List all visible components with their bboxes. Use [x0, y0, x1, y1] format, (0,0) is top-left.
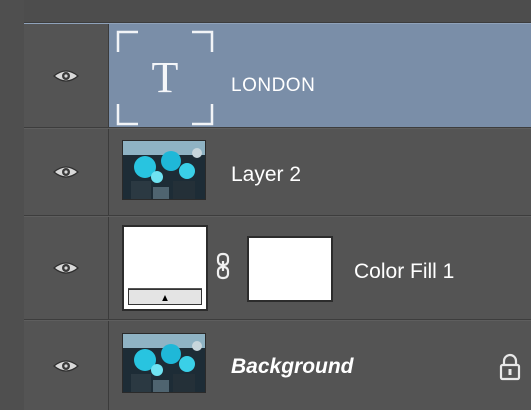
chain-link-icon[interactable] — [215, 252, 231, 280]
eye-icon[interactable] — [53, 260, 79, 276]
fill-adjustment-bar — [128, 289, 202, 305]
layer-name: LONDON — [231, 75, 316, 96]
layer-row-background[interactable]: Background — [24, 320, 531, 410]
layer-name: Background — [231, 355, 354, 378]
layer-row-london[interactable]: T LONDON — [24, 23, 531, 128]
layer-row-color-fill-1[interactable]: Color Fill 1 — [24, 216, 531, 320]
layers-panel: T LONDON Layer 2 Color Fill 1 Background — [24, 0, 531, 410]
panel-top-bar — [24, 0, 531, 23]
eye-icon[interactable] — [53, 68, 79, 84]
mask-thumbnail[interactable] — [247, 236, 333, 302]
visibility-toggle[interactable] — [24, 321, 109, 410]
layer-row-layer-2[interactable]: Layer 2 — [24, 128, 531, 216]
triangle-icon — [162, 295, 168, 301]
lock-icon — [499, 353, 521, 381]
visibility-toggle[interactable] — [24, 217, 109, 319]
text-layer-icon: T — [116, 30, 214, 126]
fill-color-thumbnail[interactable] — [122, 225, 208, 311]
layer-thumbnail — [122, 140, 206, 200]
eye-icon[interactable] — [53, 358, 79, 374]
layer-name: Layer 2 — [231, 163, 302, 186]
layer-name: Color Fill 1 — [354, 260, 455, 283]
text-layer-glyph: T — [152, 53, 179, 102]
eye-icon[interactable] — [53, 164, 79, 180]
visibility-toggle[interactable] — [24, 24, 109, 127]
layer-thumbnail — [122, 333, 206, 393]
visibility-toggle[interactable] — [24, 129, 109, 215]
